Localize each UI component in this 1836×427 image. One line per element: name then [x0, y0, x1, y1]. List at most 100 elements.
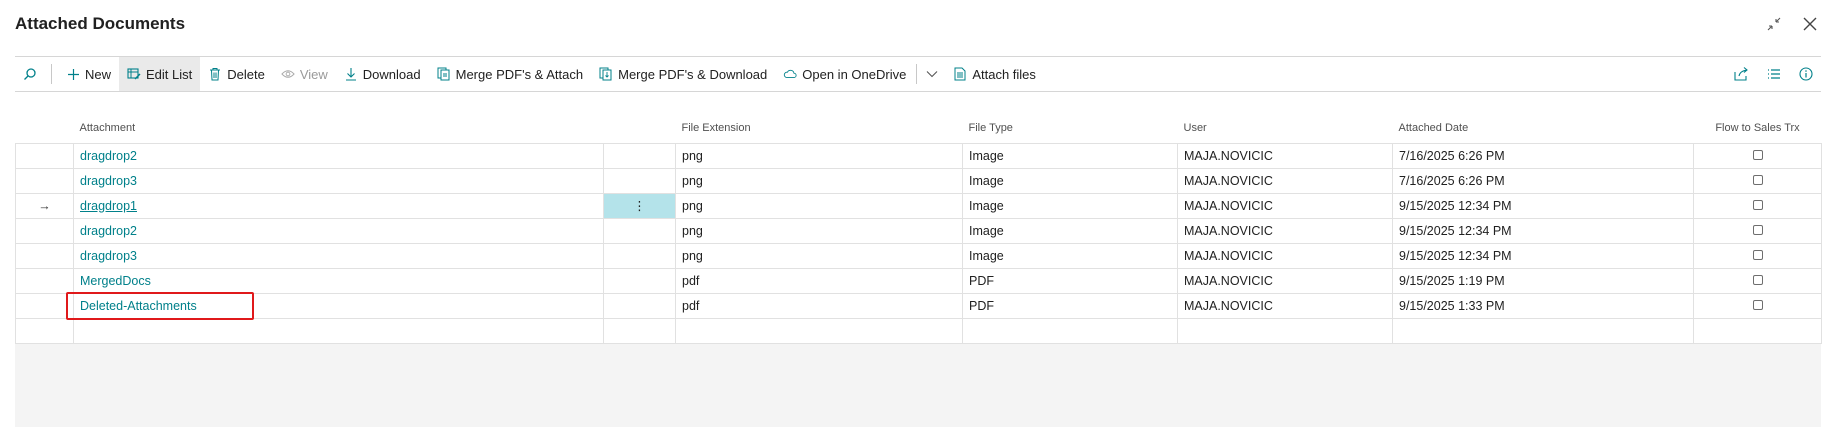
attached-date-cell: 9/15/2025 12:34 PM [1392, 217, 1694, 244]
header-actions [1764, 14, 1820, 34]
merge-download-icon [599, 67, 613, 81]
row-menu-cell[interactable] [603, 167, 676, 194]
user-cell-empty[interactable] [1177, 317, 1393, 344]
column-header-attached-date[interactable]: Attached Date [1392, 114, 1694, 144]
attachment-cell[interactable]: dragdrop1 [73, 192, 604, 219]
column-header-attachment[interactable]: Attachment [73, 114, 604, 144]
flow-to-sales-checkbox[interactable] [1752, 224, 1763, 235]
column-header-flow-to-sales-trx[interactable]: Flow to Sales Trx [1693, 114, 1822, 144]
column-header-user[interactable]: User [1177, 114, 1393, 144]
row-menu-cell[interactable] [603, 142, 676, 169]
flow-to-sales-cell [1693, 242, 1822, 269]
file-type-cell: Image [962, 167, 1178, 194]
file-extension-cell: png [675, 167, 963, 194]
list-view-icon[interactable] [1767, 68, 1781, 80]
flow-to-sales-checkbox[interactable] [1752, 299, 1763, 310]
file-type-cell-empty[interactable] [962, 317, 1178, 344]
file-extension-cell-empty[interactable] [675, 317, 963, 344]
table-row-new-empty[interactable] [15, 317, 1822, 344]
flow-to-sales-checkbox[interactable] [1752, 174, 1763, 185]
more-options-dropdown[interactable] [919, 57, 945, 91]
download-button[interactable]: Download [336, 57, 429, 91]
edit-list-icon [127, 67, 141, 81]
row-marker [15, 167, 74, 194]
share-icon[interactable] [1734, 67, 1749, 81]
attachment-cell-empty[interactable] [73, 317, 604, 344]
flow-to-sales-checkbox[interactable] [1752, 149, 1763, 160]
table-row[interactable]: Deleted-Attachments pdf PDF MAJA.NOVICIC… [15, 292, 1822, 319]
edit-list-button[interactable]: Edit List [119, 57, 201, 91]
table-row[interactable]: dragdrop2 png Image MAJA.NOVICIC 7/16/20… [15, 142, 1822, 169]
file-extension-cell: png [675, 142, 963, 169]
attachment-cell[interactable]: dragdrop2 [73, 217, 604, 244]
attach-files-button[interactable]: Attach files [945, 57, 1044, 91]
flow-to-sales-checkbox[interactable] [1752, 199, 1763, 210]
user-cell: MAJA.NOVICIC [1177, 242, 1393, 269]
row-menu-cell[interactable] [603, 267, 676, 294]
column-header-file-extension[interactable]: File Extension [675, 114, 963, 144]
attachment-link[interactable]: MergedDocs [80, 274, 151, 288]
attached-date-cell: 9/15/2025 1:33 PM [1392, 292, 1694, 319]
row-menu-cell[interactable] [603, 217, 676, 244]
attached-date-cell: 9/15/2025 12:34 PM [1392, 192, 1694, 219]
action-bar: New Edit List Delete View Download Merge… [15, 56, 1821, 92]
flow-to-sales-checkbox[interactable] [1752, 249, 1763, 260]
flow-to-sales-cell-empty[interactable] [1693, 317, 1822, 344]
header-row-menu [603, 114, 676, 144]
file-extension-cell: png [675, 217, 963, 244]
user-cell: MAJA.NOVICIC [1177, 192, 1393, 219]
attachment-cell[interactable]: dragdrop2 [73, 142, 604, 169]
attached-date-cell: 7/16/2025 6:26 PM [1392, 142, 1694, 169]
page-header: Attached Documents [0, 0, 1836, 56]
attached-date-cell-empty[interactable] [1392, 317, 1694, 344]
flow-to-sales-cell [1693, 217, 1822, 244]
attachment-link[interactable]: Deleted-Attachments [80, 299, 197, 313]
info-icon[interactable] [1799, 67, 1813, 81]
new-button[interactable]: New [58, 57, 119, 91]
row-actions-menu-button[interactable]: ⋮ [603, 192, 676, 219]
view-button[interactable]: View [273, 57, 336, 91]
row-menu-cell[interactable] [603, 242, 676, 269]
table-row-current[interactable]: → dragdrop1 ⋮ png Image MAJA.NOVICIC 9/1… [15, 192, 1822, 219]
search-button[interactable] [15, 57, 45, 91]
column-header-file-type[interactable]: File Type [962, 114, 1178, 144]
toolbar-divider [916, 64, 918, 84]
eye-icon [281, 67, 295, 81]
file-type-cell: Image [962, 242, 1178, 269]
header-marker [15, 114, 74, 144]
merge-attach-icon [437, 67, 451, 81]
flow-to-sales-cell [1693, 142, 1822, 169]
merge-pdfs-download-button[interactable]: Merge PDF's & Download [591, 57, 775, 91]
close-icon[interactable] [1800, 14, 1820, 34]
table-row[interactable]: dragdrop2 png Image MAJA.NOVICIC 9/15/20… [15, 217, 1822, 244]
user-cell: MAJA.NOVICIC [1177, 292, 1393, 319]
trash-icon [208, 67, 222, 81]
download-label: Download [362, 66, 421, 82]
flow-to-sales-checkbox[interactable] [1752, 274, 1763, 285]
collapse-icon[interactable] [1764, 14, 1784, 34]
attachment-cell[interactable]: MergedDocs [73, 267, 604, 294]
plus-icon [66, 67, 80, 81]
attachments-grid: Attachment File Extension File Type User… [15, 114, 1822, 427]
flow-to-sales-cell [1693, 192, 1822, 219]
merge-pdfs-attach-button[interactable]: Merge PDF's & Attach [429, 57, 591, 91]
row-menu-cell[interactable] [603, 292, 676, 319]
delete-button[interactable]: Delete [200, 57, 273, 91]
open-in-onedrive-button[interactable]: Open in OneDrive [775, 57, 914, 91]
attachment-link[interactable]: dragdrop2 [80, 149, 137, 163]
attachment-link[interactable]: dragdrop3 [80, 249, 137, 263]
attachment-link[interactable]: dragdrop2 [80, 224, 137, 238]
row-marker [15, 292, 74, 319]
file-extension-cell: pdf [675, 267, 963, 294]
attached-date-cell: 9/15/2025 12:34 PM [1392, 242, 1694, 269]
file-extension-cell: png [675, 192, 963, 219]
attachment-cell[interactable]: Deleted-Attachments [73, 292, 604, 319]
attachment-cell[interactable]: dragdrop3 [73, 242, 604, 269]
table-row[interactable]: MergedDocs pdf PDF MAJA.NOVICIC 9/15/202… [15, 267, 1822, 294]
table-row[interactable]: dragdrop3 png Image MAJA.NOVICIC 9/15/20… [15, 242, 1822, 269]
attachment-cell[interactable]: dragdrop3 [73, 167, 604, 194]
flow-to-sales-cell [1693, 167, 1822, 194]
attachment-link[interactable]: dragdrop1 [80, 199, 137, 213]
attachment-link[interactable]: dragdrop3 [80, 174, 137, 188]
table-row[interactable]: dragdrop3 png Image MAJA.NOVICIC 7/16/20… [15, 167, 1822, 194]
